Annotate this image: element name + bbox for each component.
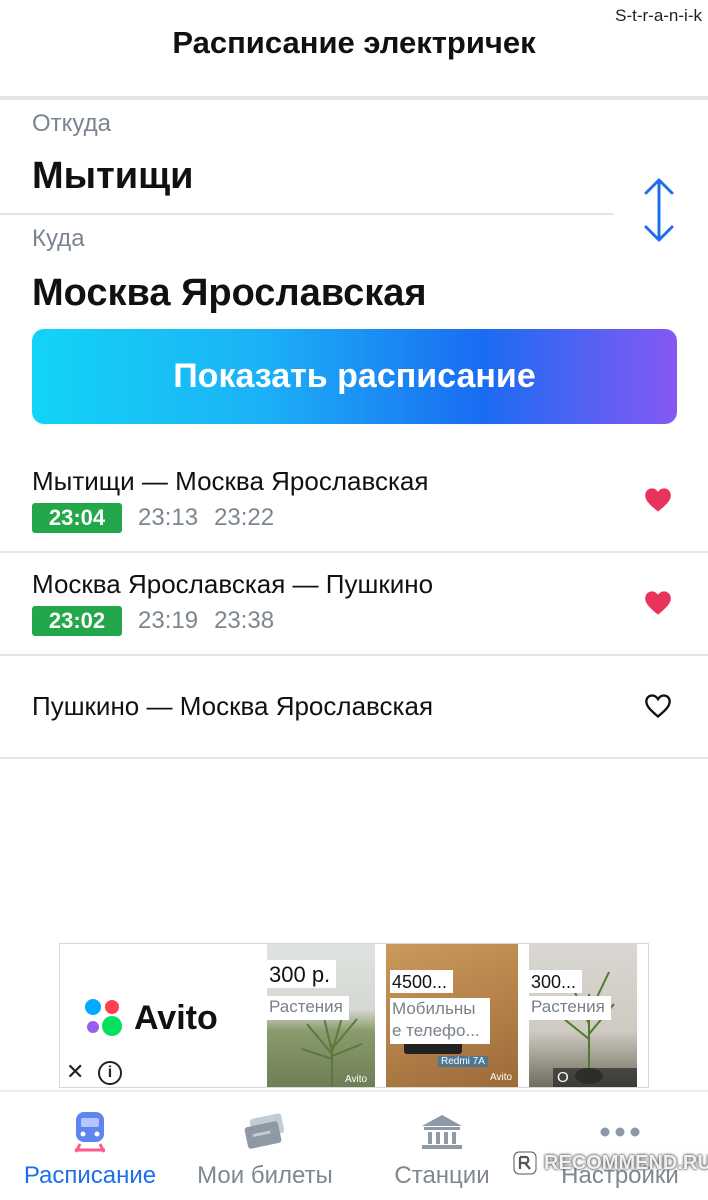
tab-label: Расписание — [23, 1162, 157, 1189]
ad-category: Растения — [529, 996, 611, 1020]
station-icon — [418, 1110, 466, 1154]
route-title: Москва Ярославская — Пушкино — [32, 569, 434, 599]
departure-time: 23:13 — [138, 504, 199, 531]
bottom-watermark: RECOMMEND.RU — [512, 1150, 708, 1176]
ticket-icon — [243, 1110, 287, 1154]
from-station-field[interactable]: Мытищи — [32, 155, 194, 198]
show-schedule-button[interactable]: Показать расписание — [32, 329, 677, 424]
departure-time: 23:22 — [214, 504, 275, 531]
tab-tickets[interactable]: Мои билеты — [185, 1092, 345, 1200]
phone-box-label: Redmi 7A — [438, 1056, 488, 1067]
next-departure-badge: 23:04 — [32, 503, 122, 533]
avito-brand-text: Avito — [134, 998, 218, 1037]
departure-times: 23:04 23:13 23:22 — [32, 503, 274, 533]
next-departure-badge: 23:02 — [32, 606, 122, 636]
departure-time: 23:38 — [214, 607, 275, 634]
favorite-route-row[interactable]: Москва Ярославская — Пушкино 23:02 23:19… — [0, 553, 708, 656]
recommend-logo-icon — [513, 1151, 537, 1175]
avito-logo: Avito — [82, 996, 218, 1040]
departure-time: 23:19 — [138, 607, 199, 634]
ad-source-label: Avito — [345, 1074, 368, 1085]
favorite-route-row[interactable]: Мытищи — Москва Ярославская 23:04 23:13 … — [0, 450, 708, 553]
swap-vertical-icon — [644, 178, 674, 242]
ad-info-icon[interactable]: i — [98, 1061, 122, 1085]
heart-filled-icon[interactable] — [644, 487, 672, 513]
ad-card[interactable]: 300 р. Растения Avito — [267, 944, 375, 1087]
tab-label: Станции — [394, 1162, 490, 1189]
heart-outline-icon[interactable] — [644, 693, 672, 719]
departure-times: 23:02 23:19 23:38 — [32, 606, 274, 636]
train-icon — [72, 1110, 108, 1154]
to-station-field[interactable]: Москва Ярославская — [32, 272, 427, 315]
heart-filled-icon[interactable] — [644, 590, 672, 616]
route-title: Пушкино — Москва Ярославская — [32, 691, 434, 721]
favorite-route-row[interactable]: Пушкино — Москва Ярославская — [0, 656, 708, 759]
ad-company-link[interactable]: О компании — [553, 1068, 637, 1087]
ad-source-label: Avito — [490, 1072, 513, 1083]
from-label: Откуда — [32, 110, 111, 137]
ad-close-icon[interactable]: ✕ — [66, 1059, 84, 1085]
ad-card[interactable]: 300... Растения О компании — [529, 944, 637, 1087]
tab-schedule[interactable]: Расписание — [10, 1092, 170, 1200]
ad-price: 300... — [529, 970, 583, 993]
app-header: Расписание электричек — [0, 0, 708, 100]
bottom-tab-bar: Расписание Мои билеты Станции Настройки — [0, 1090, 708, 1200]
tab-label: Мои билеты — [197, 1162, 333, 1189]
swap-stations-button[interactable] — [640, 176, 678, 244]
tab-stations[interactable]: Станции — [362, 1092, 522, 1200]
ad-card[interactable]: Redmi 7A 4500... Мобильны е телефо... Av… — [386, 944, 518, 1087]
ad-category: Мобильны е телефо... — [390, 998, 490, 1044]
route-title: Мытищи — Москва Ярославская — [32, 466, 429, 496]
avito-dots-icon — [85, 999, 122, 1036]
divider — [0, 213, 614, 215]
ad-category: Растения — [267, 996, 349, 1020]
ad-price: 4500... — [390, 970, 454, 993]
more-icon — [598, 1110, 642, 1154]
ad-banner[interactable]: Avito ✕ i 300 р. Растения Avito Redmi 7A… — [59, 943, 649, 1088]
favorites-list: Мытищи — Москва Ярославская 23:04 23:13 … — [0, 450, 708, 759]
tab-more[interactable]: Настройки — [540, 1092, 700, 1200]
ad-price: 300 р. — [267, 960, 337, 988]
page-title: Расписание электричек — [172, 25, 536, 60]
to-label: Куда — [32, 225, 85, 252]
